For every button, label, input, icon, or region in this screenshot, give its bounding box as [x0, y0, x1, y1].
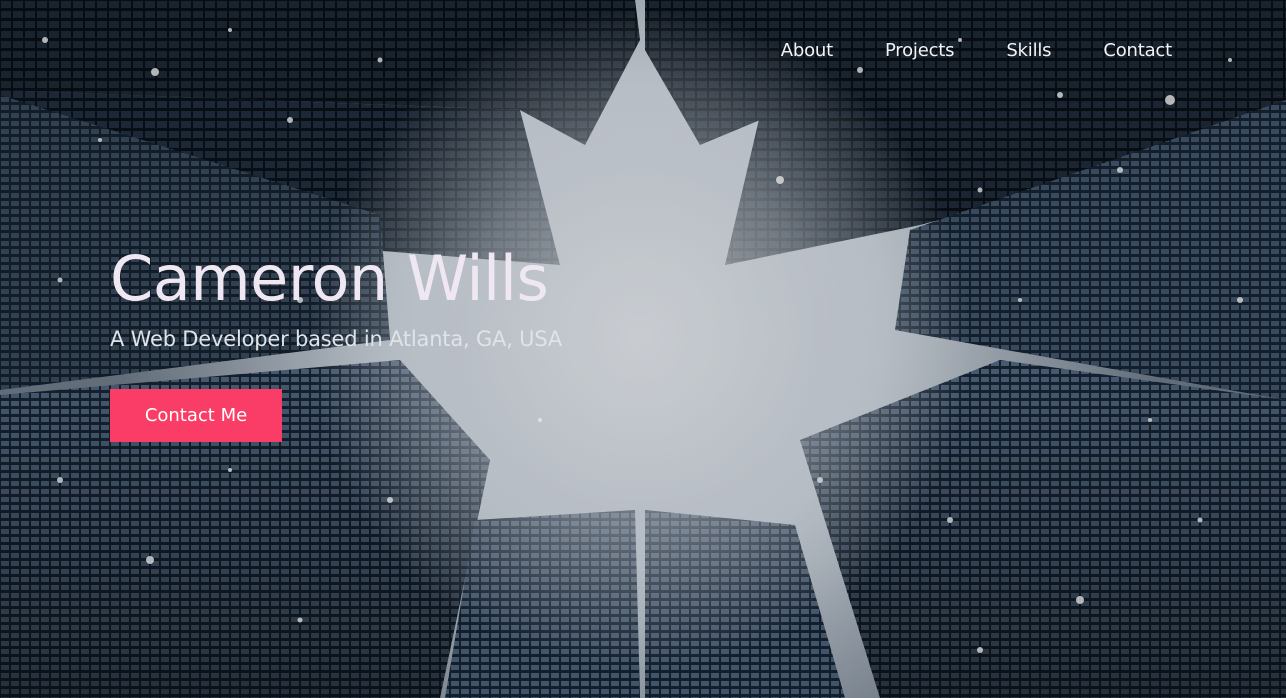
main-nav: About Projects Skills Contact — [729, 40, 1172, 61]
hero-section: About Projects Skills Contact Cameron Wi… — [0, 0, 1286, 698]
hero-name-heading: Cameron Wills — [110, 242, 549, 315]
contact-me-button[interactable]: Contact Me — [110, 389, 282, 443]
nav-about-link[interactable]: About — [781, 40, 833, 61]
hero-content: Cameron Wills A Web Developer based in A… — [110, 242, 563, 443]
nav-projects-link[interactable]: Projects — [885, 40, 955, 61]
hero-tagline: A Web Developer based in Atlanta, GA, US… — [110, 327, 563, 352]
nav-skills-link[interactable]: Skills — [1006, 40, 1051, 61]
nav-contact-link[interactable]: Contact — [1103, 40, 1172, 61]
